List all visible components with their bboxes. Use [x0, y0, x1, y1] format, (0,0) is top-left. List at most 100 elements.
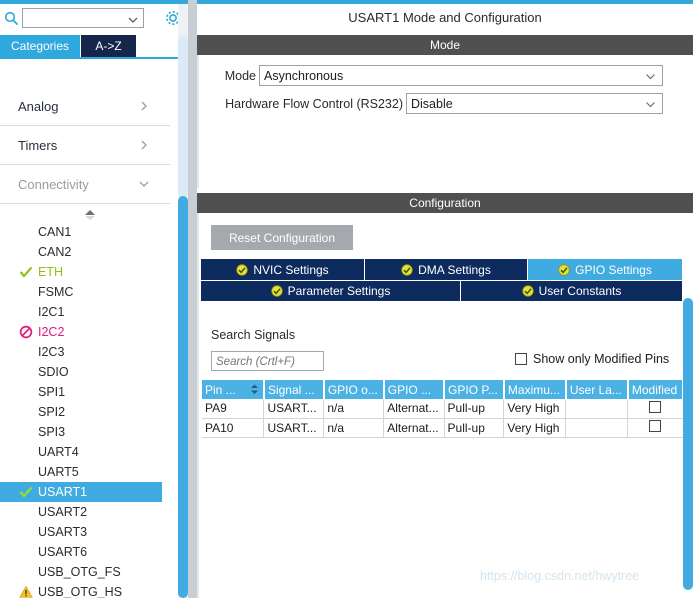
- table-cell-user-label[interactable]: [565, 399, 629, 419]
- tab-dma-settings[interactable]: DMA Settings: [365, 259, 528, 280]
- list-item[interactable]: SPI1: [0, 382, 170, 402]
- tab-nvic-settings[interactable]: NVIC Settings: [201, 259, 365, 280]
- table-column-header[interactable]: User La...: [565, 380, 629, 399]
- table-cell-gpio-output[interactable]: n/a: [323, 418, 385, 438]
- chevron-down-icon[interactable]: [138, 178, 150, 190]
- gear-icon[interactable]: [163, 8, 178, 28]
- peripheral-item-list[interactable]: CAN1 CAN2 ETH FSMC I2C1 I2C2 I2C3 SDIO SPI1 SPI2 S…: [0, 222, 170, 598]
- table-row[interactable]: PA10 USART... n/a Alternat... Pull-up Very Hi…: [202, 418, 684, 438]
- table-cell-modified[interactable]: [627, 418, 684, 438]
- table-cell-pin[interactable]: PA9: [202, 399, 265, 419]
- search-signals-input[interactable]: [212, 353, 323, 371]
- check-circle-icon: [236, 263, 249, 276]
- table-column-header-label: Signal ...: [267, 382, 315, 397]
- table-cell-modified[interactable]: [627, 399, 684, 419]
- list-item[interactable]: I2C3: [0, 342, 170, 362]
- table-cell-signal[interactable]: USART...: [263, 418, 325, 438]
- sort-arrows-icon[interactable]: [250, 384, 259, 395]
- tab-user-constants[interactable]: User Constants: [461, 281, 683, 301]
- hardware-flow-control-select[interactable]: Disable: [406, 93, 663, 114]
- table-cell-gpio-pull[interactable]: Pull-up: [444, 399, 505, 419]
- modified-checkbox[interactable]: [649, 400, 662, 413]
- list-item[interactable]: USART1: [0, 482, 162, 502]
- list-item-label: USART1: [38, 485, 88, 499]
- list-item[interactable]: UART5: [0, 462, 170, 482]
- table-cell-maximum[interactable]: Very High: [503, 399, 567, 419]
- table-column-header[interactable]: GPIO P...: [444, 380, 505, 399]
- list-item[interactable]: FSMC: [0, 282, 170, 302]
- list-item-label: USART2: [38, 505, 88, 519]
- show-modified-pins-row[interactable]: Show only Modified Pins: [515, 352, 669, 366]
- chevron-right-icon[interactable]: [138, 139, 150, 151]
- table-column-header[interactable]: Maximu...: [503, 380, 567, 399]
- search-signals-field[interactable]: [211, 351, 324, 371]
- left-scrollbar-thumb[interactable]: [178, 196, 188, 598]
- group-connectivity[interactable]: Connectivity: [0, 166, 170, 204]
- list-item[interactable]: USART3: [0, 522, 170, 542]
- list-item-label: FSMC: [38, 285, 74, 299]
- modified-checkbox[interactable]: [649, 420, 662, 432]
- peripheral-search-combo[interactable]: [22, 7, 144, 28]
- table-cell-gpio-output[interactable]: n/a: [323, 399, 385, 419]
- table-cell-gpio-mode[interactable]: Alternat...: [383, 399, 445, 419]
- list-item[interactable]: SPI3: [0, 422, 170, 442]
- mode-section-header: Mode: [197, 35, 693, 55]
- chevron-down-icon[interactable]: [127, 13, 139, 25]
- table-cell-pin[interactable]: PA10: [202, 418, 265, 438]
- table-column-header[interactable]: GPIO ...: [383, 380, 446, 399]
- list-item[interactable]: USB_OTG_FS: [0, 562, 170, 582]
- chevron-down-icon[interactable]: [645, 71, 656, 82]
- peripheral-search-input[interactable]: [23, 8, 123, 27]
- table-cell-user-label[interactable]: [565, 418, 629, 438]
- panel-divider: [188, 0, 197, 598]
- table-column-header[interactable]: GPIO o...: [323, 380, 385, 399]
- chevron-down-icon[interactable]: [645, 99, 656, 110]
- table-column-header[interactable]: Signal ...: [263, 380, 325, 399]
- table-cell-signal[interactable]: USART...: [263, 399, 325, 419]
- mode-select[interactable]: Asynchronous: [259, 65, 663, 86]
- reset-configuration-button[interactable]: Reset Configuration: [211, 225, 353, 250]
- list-item[interactable]: CAN2: [0, 242, 170, 262]
- table-column-header-label: GPIO P...: [448, 382, 498, 397]
- group-analog[interactable]: Analog: [0, 88, 170, 126]
- group-analog-label: Analog: [18, 99, 59, 114]
- table-body[interactable]: PA9 USART... n/a Alternat... Pull-up Very Hig…: [202, 399, 684, 438]
- list-item-label: SPI1: [38, 385, 66, 399]
- show-modified-pins-checkbox[interactable]: [515, 353, 527, 365]
- list-item[interactable]: I2C2: [0, 322, 170, 342]
- check-circle-icon: [558, 263, 570, 276]
- peripheral-search-row: [0, 4, 178, 31]
- table-column-header[interactable]: Pin ...: [202, 380, 265, 399]
- tab-a-to-z[interactable]: A->Z: [81, 35, 136, 57]
- list-item[interactable]: I2C1: [0, 302, 170, 322]
- right-scrollbar-thumb[interactable]: [683, 298, 693, 590]
- tab-label: GPIO Settings: [575, 262, 652, 277]
- scroll-up-arrow-icon[interactable]: [82, 208, 98, 220]
- group-timers-label: Timers: [18, 138, 58, 153]
- list-item[interactable]: CAN1: [0, 222, 170, 242]
- table-cell-gpio-pull[interactable]: Pull-up: [444, 418, 505, 438]
- tab-parameter-settings[interactable]: Parameter Settings: [201, 281, 461, 301]
- table-column-header[interactable]: Modified: [627, 380, 685, 399]
- table-cell-maximum[interactable]: Very High: [503, 418, 567, 438]
- left-scrollbar-thumb-upper[interactable]: [178, 36, 188, 198]
- gpio-pin-table: Pin ... Signal ... GPIO o... GPIO ... GPIO P…: [202, 380, 685, 438]
- tab-categories[interactable]: Categories: [0, 35, 80, 57]
- tab-gpio-settings[interactable]: GPIO Settings: [528, 259, 683, 280]
- list-item[interactable]: USB_OTG_HS: [0, 582, 170, 598]
- category-tab-underline: [0, 57, 178, 59]
- list-item[interactable]: SDIO: [0, 362, 170, 382]
- group-connectivity-label: Connectivity: [18, 177, 89, 192]
- table-row[interactable]: PA9 USART... n/a Alternat... Pull-up Very Hig…: [202, 399, 684, 419]
- list-item-label: USB_OTG_FS: [38, 565, 121, 579]
- configuration-section-body: Reset Configuration NVIC Settings DMA Set…: [197, 213, 693, 598]
- chevron-right-icon[interactable]: [138, 100, 150, 112]
- list-item[interactable]: UART4: [0, 442, 170, 462]
- list-item[interactable]: SPI2: [0, 402, 170, 422]
- list-item[interactable]: ETH: [0, 262, 170, 282]
- table-cell-gpio-mode[interactable]: Alternat...: [383, 418, 445, 438]
- group-timers[interactable]: Timers: [0, 127, 170, 165]
- table-column-header-label: Modified: [631, 382, 678, 397]
- list-item[interactable]: USART2: [0, 502, 170, 522]
- list-item[interactable]: USART6: [0, 542, 170, 562]
